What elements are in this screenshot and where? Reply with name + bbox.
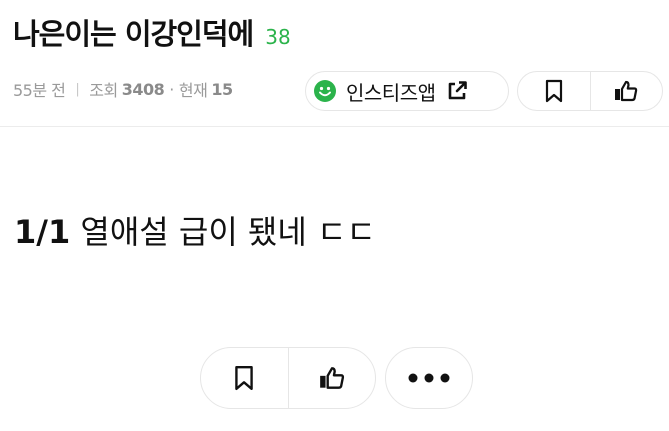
- open-app-button[interactable]: 인스티즈앱: [305, 71, 509, 111]
- post-body-text: 열애설 급이 됐네 ㄷㄷ: [80, 213, 376, 251]
- bookmark-button[interactable]: [518, 72, 590, 110]
- post-body-prefix: 1/1: [14, 213, 71, 251]
- post-meta: 55분 전 | 조회 3408 · 현재 15: [13, 77, 233, 101]
- bookmark-icon: [235, 365, 254, 391]
- post-title: 나은이는 이강인덕에: [13, 17, 254, 51]
- like-button[interactable]: [589, 72, 663, 110]
- meta-separator: |: [75, 81, 80, 97]
- header-divider: [0, 126, 669, 127]
- current-count: 15: [211, 79, 233, 99]
- top-action-group: [517, 71, 663, 111]
- views-label: 조회: [89, 81, 118, 100]
- bottom-action-group: [200, 347, 376, 409]
- smile-icon: [314, 80, 336, 102]
- thumbs-up-icon: [319, 367, 344, 389]
- post-body: 1/1 열애설 급이 됐네 ㄷㄷ: [14, 207, 376, 253]
- views-count: 3408: [121, 79, 165, 99]
- open-app-label: 인스티즈앱: [346, 80, 436, 105]
- post-time: 55분 전: [13, 81, 66, 100]
- comment-count[interactable]: 38: [265, 25, 290, 49]
- external-link-icon: [448, 81, 467, 100]
- bookmark-icon: [545, 79, 562, 103]
- more-icon: [408, 373, 450, 383]
- more-button[interactable]: [385, 347, 473, 409]
- post-header: 나은이는 이강인덕에 38: [13, 11, 291, 53]
- bookmark-button-bottom[interactable]: [201, 348, 288, 408]
- meta-dot: ·: [169, 79, 174, 99]
- thumbs-up-icon: [615, 80, 638, 102]
- current-label: 현재: [178, 81, 208, 100]
- like-button-bottom[interactable]: [287, 348, 376, 408]
- more-button-inner: [386, 348, 472, 408]
